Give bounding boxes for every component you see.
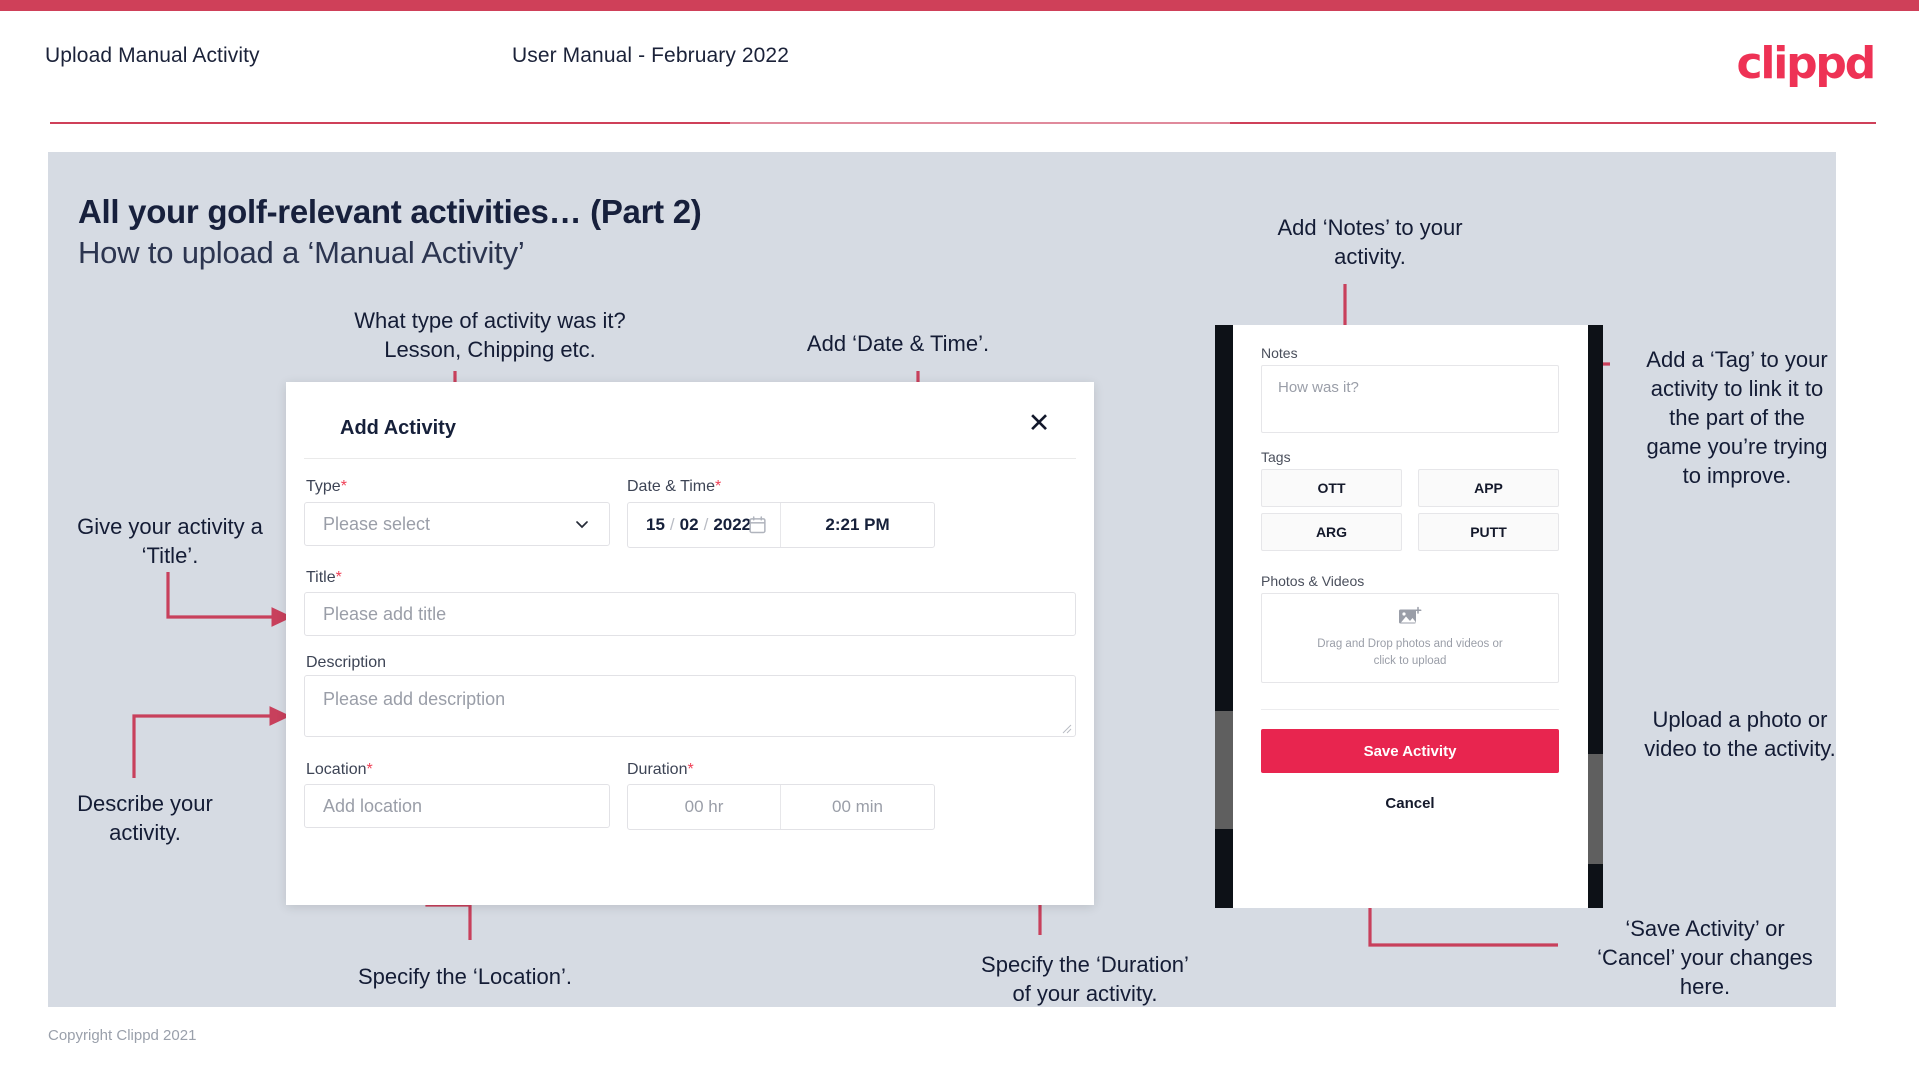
page-title: All your golf-relevant activities… (Part… [78, 193, 702, 230]
location-placeholder: Add location [323, 795, 423, 816]
date-input[interactable]: 15 / 02 / 2022 [628, 503, 781, 547]
date-day: 15 [646, 515, 665, 534]
type-required-star: * [340, 478, 347, 495]
footer-copyright: Copyright Clippd 2021 [48, 1027, 197, 1044]
annotation-notes: Add ‘Notes’ to your activity. [1277, 215, 1463, 269]
type-label: Type* [306, 478, 347, 496]
annotation-type: What type of activity was it? Lesson, Ch… [354, 308, 626, 362]
date-month: 02 [679, 515, 699, 534]
title-input[interactable]: Please add title [304, 592, 1076, 636]
duration-hours-input[interactable]: 00 hr [628, 785, 781, 829]
annotation-location: Specify the ‘Location’. [357, 964, 573, 989]
datetime-label: Date & Time* [627, 478, 721, 496]
photos-label: Photos & Videos [1261, 573, 1365, 589]
chevron-down-icon [576, 521, 588, 529]
description-label: Description [306, 654, 387, 671]
annotation-title: Give your activity a ‘Title’. [77, 514, 263, 568]
tag-app[interactable]: APP [1418, 469, 1559, 507]
resize-handle-icon[interactable] [1061, 723, 1072, 734]
tag-arg[interactable]: ARG [1261, 513, 1402, 551]
type-placeholder: Please select [323, 513, 431, 534]
type-select[interactable]: Please select [304, 502, 610, 546]
description-textarea[interactable]: Please add description [304, 675, 1076, 737]
dropzone-text: Drag and Drop photos and videos or click… [1317, 638, 1503, 667]
duration-minutes-input[interactable]: 00 min [781, 785, 934, 829]
annotation-tags: Add a ‘Tag’ to your activity to link it … [1646, 347, 1828, 488]
duration-label: Duration* [627, 761, 694, 779]
location-input[interactable]: Add location [304, 784, 610, 828]
calendar-icon[interactable] [749, 516, 766, 534]
datetime-label-text: Date & Time [627, 478, 716, 495]
tag-putt[interactable]: PUTT [1418, 513, 1559, 551]
date-sep-1: / [669, 515, 675, 534]
phone-right-button [1588, 754, 1603, 864]
time-input[interactable]: 2:21 PM [781, 503, 934, 547]
slide-root: Upload Manual Activity User Manual - Feb… [0, 0, 1919, 1079]
duration-field: 00 hr 00 min [627, 784, 935, 830]
notes-placeholder: How was it? [1278, 379, 1359, 396]
dialog-title: Add Activity [340, 417, 456, 439]
tags-label: Tags [1261, 449, 1291, 465]
photo-dropzone[interactable]: Drag and Drop photos and videos or click… [1261, 593, 1559, 683]
type-label-text: Type [306, 478, 341, 495]
cancel-button[interactable]: Cancel [1261, 795, 1559, 812]
phone-screen: Notes How was it? Tags OTT APP ARG PUTT … [1233, 325, 1588, 908]
annotation-datetime: Add ‘Date & Time’. [806, 331, 990, 356]
phone-mockup: Notes How was it? Tags OTT APP ARG PUTT … [1215, 325, 1603, 908]
annotation-description: Describe your activity. [77, 791, 213, 845]
header-center-title: User Manual - February 2022 [512, 44, 789, 67]
duration-label-text: Duration [627, 761, 688, 778]
page-subtitle: How to upload a ‘Manual Activity’ [78, 235, 525, 270]
annotation-save-cancel: ‘Save Activity’ or ‘Cancel’ your changes… [1597, 916, 1813, 999]
header-left-title: Upload Manual Activity [45, 44, 260, 67]
clippd-logo: clippd [1736, 38, 1876, 89]
location-label: Location* [306, 761, 373, 779]
title-label: Title* [306, 569, 342, 587]
datetime-required-star: * [715, 478, 722, 495]
notes-label: Notes [1261, 345, 1298, 361]
date-sep-2: / [703, 515, 709, 534]
annotation-upload: Upload a photo or video to the activity. [1644, 707, 1836, 761]
save-activity-button[interactable]: Save Activity [1261, 729, 1559, 773]
header-divider-light [730, 122, 1230, 124]
tag-ott[interactable]: OTT [1261, 469, 1402, 507]
phone-left-button [1215, 711, 1233, 829]
title-required-star: * [335, 569, 342, 586]
close-icon[interactable]: ✕ [1024, 408, 1054, 438]
phone-divider [1261, 709, 1559, 710]
top-accent-strip [0, 0, 1919, 11]
datetime-field: 15 / 02 / 2022 2:21 PM [627, 502, 935, 548]
add-activity-dialog: Add Activity ✕ Type* Please select Date … [286, 382, 1094, 905]
dialog-header-divider [304, 458, 1076, 459]
description-placeholder: Please add description [323, 689, 506, 709]
title-label-text: Title [306, 569, 336, 586]
title-placeholder: Please add title [323, 603, 447, 624]
location-label-text: Location [306, 761, 367, 778]
location-required-star: * [366, 761, 373, 778]
notes-input[interactable]: How was it? [1261, 365, 1559, 433]
add-image-icon [1399, 606, 1422, 624]
annotation-duration: Specify the ‘Duration’ of your activity. [981, 952, 1189, 1006]
duration-required-star: * [687, 761, 694, 778]
date-year: 2022 [713, 515, 752, 534]
